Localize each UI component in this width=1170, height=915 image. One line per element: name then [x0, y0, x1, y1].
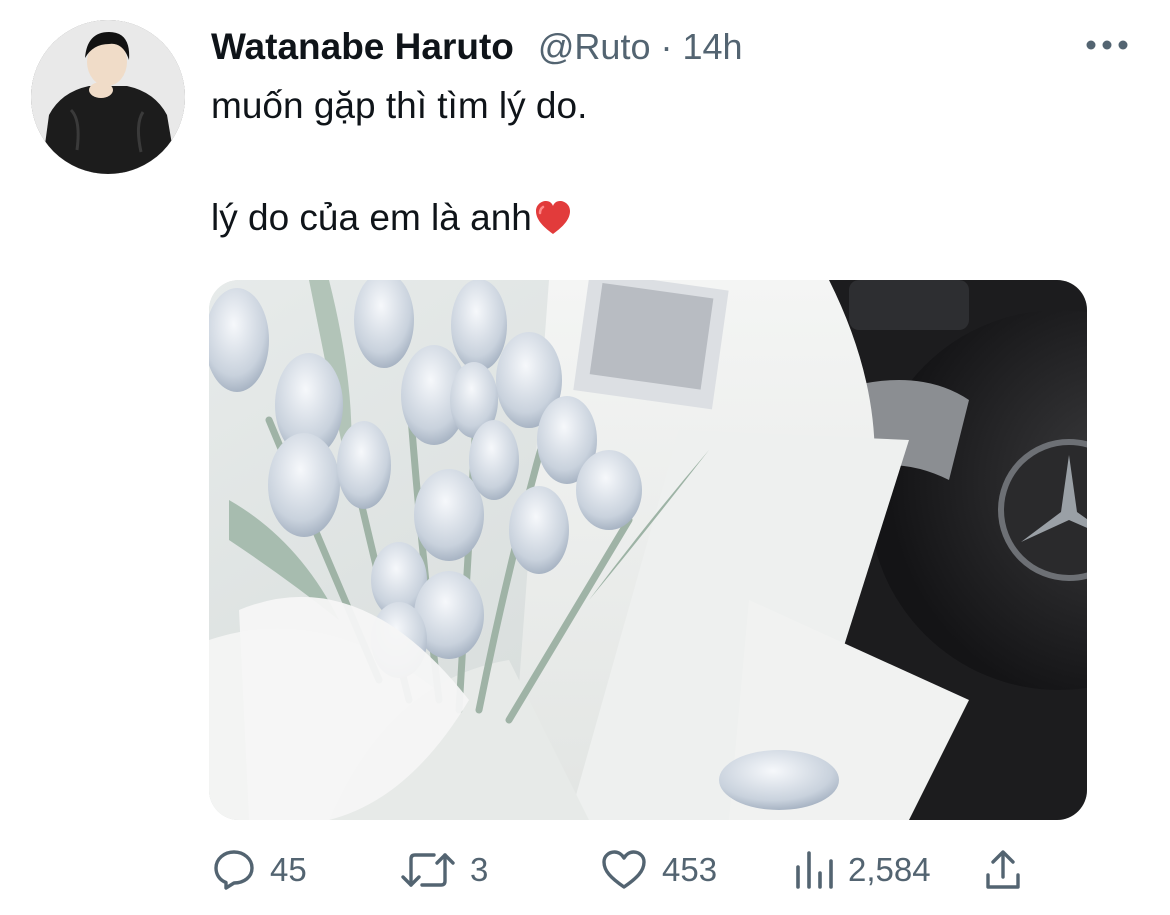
tweet-actions: 45 3 453 2,584 — [212, 840, 1042, 900]
reply-button[interactable]: 45 — [212, 840, 307, 900]
heart-icon — [602, 850, 646, 889]
views-chart-icon — [796, 851, 833, 889]
user-handle[interactable]: @Ruto — [538, 26, 651, 68]
reply-icon — [214, 850, 254, 890]
bouquet-photo — [209, 280, 1087, 820]
tweet: Watanabe Haruto @Ruto · 14h muốn gặp thì… — [0, 0, 1170, 915]
retweet-count: 3 — [470, 851, 489, 888]
tweet-line-2-wrapper: lý do của em là anh — [211, 190, 1111, 246]
tweet-header: Watanabe Haruto @Ruto · 14h — [211, 26, 743, 70]
retweet-button[interactable]: 3 — [400, 840, 488, 900]
tweet-text: muốn gặp thì tìm lý do. lý do của em là … — [211, 78, 1111, 246]
reply-count: 45 — [270, 851, 307, 888]
tweet-media-photo[interactable] — [209, 280, 1087, 820]
more-icon — [1086, 40, 1128, 50]
share-button[interactable] — [984, 840, 1022, 900]
share-icon — [986, 850, 1020, 889]
views-button[interactable]: 2,584 — [794, 840, 931, 900]
retweet-icon — [401, 853, 455, 887]
avatar[interactable] — [31, 20, 185, 174]
views-count: 2,584 — [848, 851, 931, 888]
heart-emoji-icon — [535, 201, 570, 234]
tweet-line-2: lý do của em là anh — [211, 197, 532, 238]
like-button[interactable]: 453 — [600, 840, 717, 900]
tweet-line-1: muốn gặp thì tìm lý do. — [211, 85, 588, 126]
separator-dot: · — [660, 26, 673, 67]
avatar-photo — [31, 20, 185, 174]
like-count: 453 — [662, 851, 718, 888]
timestamp[interactable]: 14h — [682, 26, 742, 68]
display-name[interactable]: Watanabe Haruto — [211, 26, 514, 68]
more-options-button[interactable] — [1082, 30, 1132, 60]
